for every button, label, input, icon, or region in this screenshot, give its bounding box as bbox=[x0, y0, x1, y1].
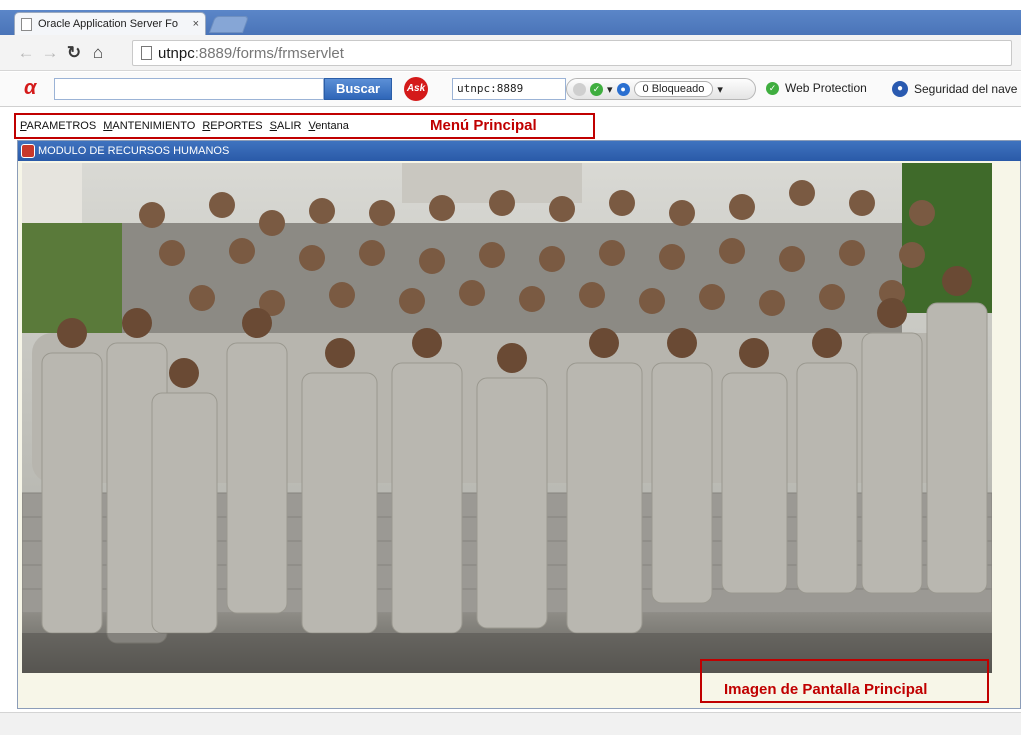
toolbar-search-input[interactable] bbox=[54, 78, 324, 100]
horizontal-scrollbar[interactable] bbox=[0, 712, 1021, 735]
ask-logo-icon[interactable]: α bbox=[24, 77, 36, 100]
tab-title: Oracle Application Server Fo bbox=[38, 18, 179, 30]
reload-icon[interactable]: ↻ bbox=[62, 43, 86, 63]
menu-annotation-label: Menú Principal bbox=[430, 117, 537, 134]
web-protection-label: Web Protection bbox=[785, 81, 867, 95]
new-tab-button[interactable] bbox=[208, 16, 250, 33]
forms-window-title: MODULO DE RECURSOS HUMANOS bbox=[38, 145, 230, 157]
chevron-down-icon[interactable]: ▾ bbox=[717, 83, 723, 96]
lock-icon: ● bbox=[892, 81, 908, 97]
forms-window-title-bar: MODULO DE RECURSOS HUMANOS bbox=[18, 141, 1021, 161]
tab-strip: Oracle Application Server Fo × bbox=[0, 0, 1021, 35]
security-pill[interactable]: ✓ ▾ ● 0 Bloqueado ▾ bbox=[566, 78, 756, 100]
page-icon bbox=[141, 46, 152, 60]
ask-badge-icon[interactable]: Ask bbox=[404, 77, 428, 101]
group-photo bbox=[22, 163, 992, 673]
forms-window: MODULO DE RECURSOS HUMANOS bbox=[17, 140, 1021, 709]
search-button[interactable]: Buscar bbox=[324, 78, 392, 100]
web-protection[interactable]: ✓ Web Protection bbox=[766, 81, 867, 95]
forward-arrow-icon[interactable]: → bbox=[38, 43, 62, 63]
back-arrow-icon[interactable]: ← bbox=[14, 43, 38, 63]
host-field[interactable]: utnpc:8889 bbox=[452, 78, 566, 100]
image-annotation-label: Imagen de Pantalla Principal bbox=[724, 681, 928, 698]
blocked-count[interactable]: 0 Bloqueado bbox=[633, 81, 714, 97]
browser-security[interactable]: ● Seguridad del nave bbox=[892, 81, 1017, 97]
shield-check-icon: ✓ bbox=[766, 81, 779, 95]
disabled-icon bbox=[573, 82, 586, 96]
close-tab-icon[interactable]: × bbox=[193, 18, 199, 30]
url-host: utnpc bbox=[158, 44, 195, 62]
page-icon bbox=[21, 17, 32, 31]
navigation-bar: ← → ↻ ⌂ utnpc:8889/forms/frmservlet bbox=[0, 35, 1021, 71]
app-icon bbox=[21, 144, 35, 158]
security-label: Seguridad del nave bbox=[914, 82, 1018, 96]
browser-tab[interactable]: Oracle Application Server Fo × bbox=[14, 12, 206, 35]
check-icon: ✓ bbox=[590, 82, 603, 96]
url-path: :8889/forms/frmservlet bbox=[194, 44, 344, 62]
eye-icon: ● bbox=[616, 82, 630, 96]
address-bar[interactable]: utnpc:8889/forms/frmservlet bbox=[132, 40, 1012, 66]
home-icon[interactable]: ⌂ bbox=[86, 43, 110, 63]
chevron-down-icon[interactable]: ▾ bbox=[607, 83, 613, 96]
ask-toolbar: α Buscar Ask utnpc:8889 ✓ ▾ ● 0 Bloquead… bbox=[0, 72, 1021, 107]
